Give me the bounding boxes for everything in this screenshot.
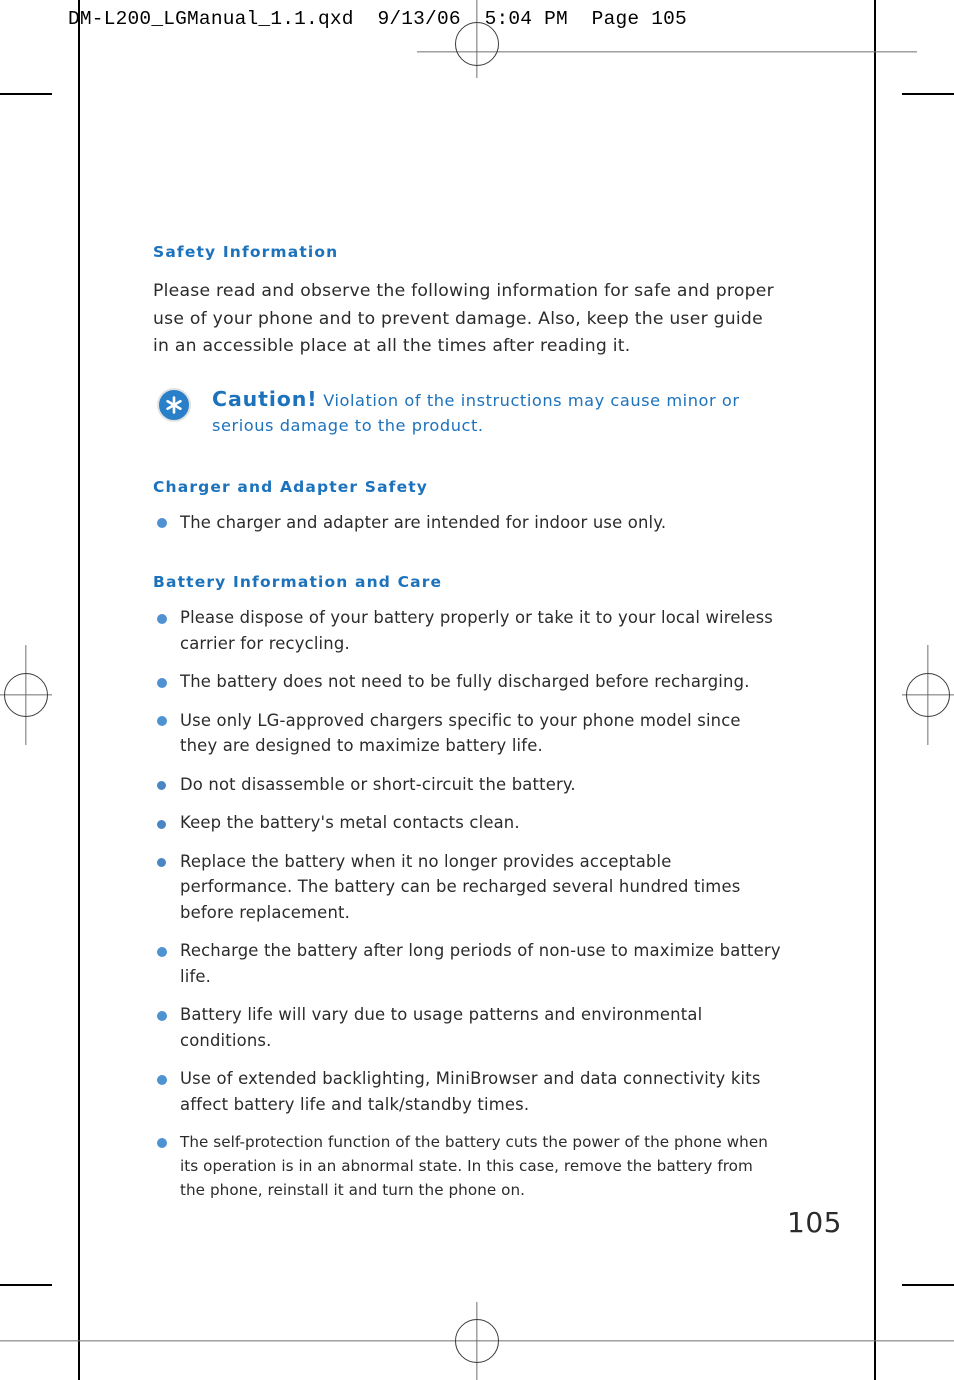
bullet-dot-icon	[157, 781, 166, 790]
bullet-dot-icon	[157, 613, 167, 624]
bullet-dot-icon	[157, 1137, 167, 1148]
list-item: Replace the battery when it no longer pr…	[153, 849, 781, 926]
file-slug-line: DM-L200_LGManual_1.1.qxd 9/13/06 5:04 PM…	[68, 8, 687, 30]
heading-battery-information-care: Battery Information and Care	[153, 573, 443, 591]
page-border-right	[874, 67, 876, 1312]
list-item: Use of extended backlighting, MiniBrowse…	[153, 1066, 781, 1117]
list-item: Use only LG-approved chargers specific t…	[153, 708, 781, 759]
caution-text-block: Caution! Violation of the instructions m…	[212, 387, 781, 438]
crop-mark-bottom-left-horizontal	[0, 1284, 52, 1286]
bullet-dot-icon	[157, 716, 167, 726]
bullet-dot-icon	[157, 1010, 167, 1021]
list-item-text: The battery does not need to be fully di…	[180, 672, 750, 691]
list-item-text: Do not disassemble or short-circuit the …	[180, 774, 576, 794]
crop-mark-bottom-right-horizontal	[902, 1284, 954, 1286]
caution-label: Caution!	[212, 386, 318, 411]
registration-mark-left	[0, 645, 52, 745]
bullet-dot-icon	[157, 677, 167, 688]
list-item-text: Battery life will vary due to usage patt…	[180, 1005, 703, 1050]
crop-mark-bottom-left-vertical	[78, 1312, 80, 1380]
registration-circle	[455, 1319, 499, 1363]
registration-circle	[906, 673, 950, 717]
list-item-text: Use of extended backlighting, MiniBrowse…	[180, 1069, 761, 1114]
page-number: 105	[787, 1206, 842, 1239]
page-border-left	[78, 28, 80, 1312]
battery-care-list: Please dispose of your battery properly …	[153, 605, 781, 1202]
list-item: Please dispose of your battery properly …	[153, 605, 781, 656]
bullet-dot-icon	[157, 819, 166, 829]
list-item-text: The self-protection function of the batt…	[180, 1133, 768, 1199]
caution-callout: Caution! Violation of the instructions m…	[153, 387, 781, 438]
list-item: The self-protection function of the batt…	[153, 1130, 781, 1202]
list-item: Do not disassemble or short-circuit the …	[153, 772, 781, 798]
bullet-dot-icon	[157, 1074, 167, 1085]
list-item-text: Keep the battery's metal contacts clean.	[180, 813, 520, 832]
heading-charger-adapter-safety: Charger and Adapter Safety	[153, 477, 429, 496]
list-item-text: Replace the battery when it no longer pr…	[180, 851, 741, 922]
list-item: The battery does not need to be fully di…	[153, 669, 781, 695]
list-item: Battery life will vary due to usage patt…	[153, 1002, 781, 1053]
asterisk-icon	[157, 387, 191, 422]
list-item-text: Recharge the battery after long periods …	[180, 941, 781, 986]
registration-circle	[4, 673, 48, 717]
list-item-text: Please dispose of your battery properly …	[180, 608, 774, 653]
safety-intro-paragraph: Please read and observe the following in…	[153, 281, 774, 356]
crop-mark-top-right-vertical	[874, 0, 876, 67]
page-content: Safety Information Please read and obser…	[153, 243, 781, 1202]
list-item: Recharge the battery after long periods …	[153, 938, 781, 989]
crop-mark-top-left-horizontal	[0, 93, 52, 95]
list-item: Keep the battery's metal contacts clean.	[153, 810, 781, 836]
list-item: The charger and adapter are intended for…	[153, 510, 781, 536]
crop-mark-bottom-right-vertical	[874, 1312, 876, 1380]
list-item-text: Use only LG-approved chargers specific t…	[180, 710, 741, 756]
bullet-dot-icon	[157, 946, 167, 957]
list-item-text: The charger and adapter are intended for…	[180, 512, 667, 532]
charger-safety-list: The charger and adapter are intended for…	[153, 510, 781, 536]
registration-mark-right	[902, 645, 954, 745]
bullet-dot-icon	[157, 518, 167, 528]
registration-mark-bottom	[0, 1302, 954, 1380]
bullet-dot-icon	[157, 858, 166, 867]
heading-safety-information: Safety Information	[153, 243, 339, 261]
crop-mark-top-right-horizontal	[902, 93, 954, 95]
